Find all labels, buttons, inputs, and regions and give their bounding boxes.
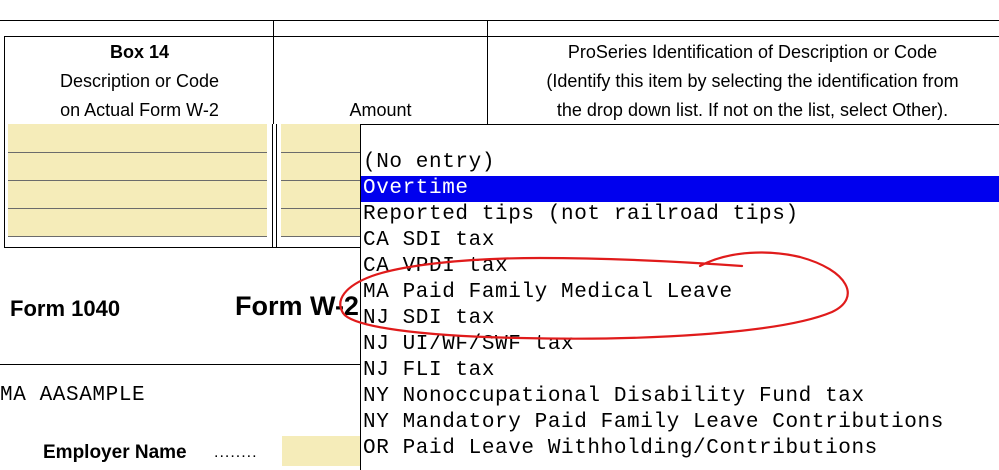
table-bottom-border (4, 247, 360, 248)
identification-dropdown-list[interactable]: (No entry) Overtime Reported tips (not r… (360, 150, 999, 470)
dropdown-option-ma-pfml[interactable]: MA Paid Family Medical Leave (361, 280, 999, 306)
amount-header: Amount (349, 100, 412, 120)
box14-description-input-1[interactable] (8, 124, 267, 153)
proseries-line-2: (Identify this item by selecting the ide… (546, 71, 959, 91)
dropdown-option-nj-ui-wf-swf[interactable]: NJ UI/WF/SWF tax (361, 332, 999, 358)
dropdown-option-no-entry[interactable]: (No entry) (361, 150, 999, 176)
box14-description-input-3[interactable] (8, 181, 267, 209)
table-left-border (4, 36, 5, 248)
dropdown-option-ca-vpdi[interactable]: CA VPDI tax (361, 254, 999, 280)
dropdown-option-ny-disability[interactable]: NY Nonoccupational Disability Fund tax (361, 384, 999, 410)
dropdown-option-overtime[interactable]: Overtime (361, 176, 999, 202)
box14-amount-input-1[interactable] (281, 124, 360, 153)
dropdown-option-nj-sdi[interactable]: NJ SDI tax (361, 306, 999, 332)
form-1040-label: Form 1040 (10, 296, 121, 321)
employer-name-leader-dots: ........ (214, 444, 258, 461)
dropdown-option-reported-tips[interactable]: Reported tips (not railroad tips) (361, 202, 999, 228)
client-name: MA AASAMPLE (0, 384, 146, 407)
box14-header: Box 14 Description or Code on Actual For… (6, 38, 273, 125)
table-top-border (4, 36, 999, 37)
cell-divider-b (276, 124, 277, 248)
box14-amount-input-4[interactable] (281, 209, 360, 237)
top-divider-2 (487, 20, 488, 36)
box14-title: Box 14 (109, 42, 170, 62)
cell-divider-a (272, 124, 273, 248)
box14-amount-input-2[interactable] (281, 153, 360, 181)
proseries-line-1: ProSeries Identification of Description … (567, 42, 938, 62)
dropdown-option-ny-pfl[interactable]: NY Mandatory Paid Family Leave Contribut… (361, 410, 999, 436)
form-w2-label: Form W-2 (235, 291, 359, 321)
box14-description-input-4[interactable] (8, 209, 267, 237)
proseries-header: ProSeries Identification of Description … (488, 38, 999, 125)
top-border (0, 20, 999, 21)
box14-amount-input-3[interactable] (281, 181, 360, 209)
top-divider-1 (273, 20, 274, 36)
dropdown-option-ca-sdi[interactable]: CA SDI tax (361, 228, 999, 254)
box14-subtitle-2: on Actual Form W-2 (60, 100, 219, 120)
box14-description-input-2[interactable] (8, 153, 267, 181)
identification-combobox[interactable] (360, 124, 999, 150)
dropdown-option-nj-fli[interactable]: NJ FLI tax (361, 358, 999, 384)
box14-subtitle-1: Description or Code (59, 71, 220, 91)
proseries-line-3: the drop down list. If not on the list, … (556, 100, 949, 120)
form-divider (0, 364, 360, 365)
employer-name-input[interactable] (282, 436, 360, 466)
dropdown-option-or-paid-leave[interactable]: OR Paid Leave Withholding/Contributions (361, 436, 999, 462)
